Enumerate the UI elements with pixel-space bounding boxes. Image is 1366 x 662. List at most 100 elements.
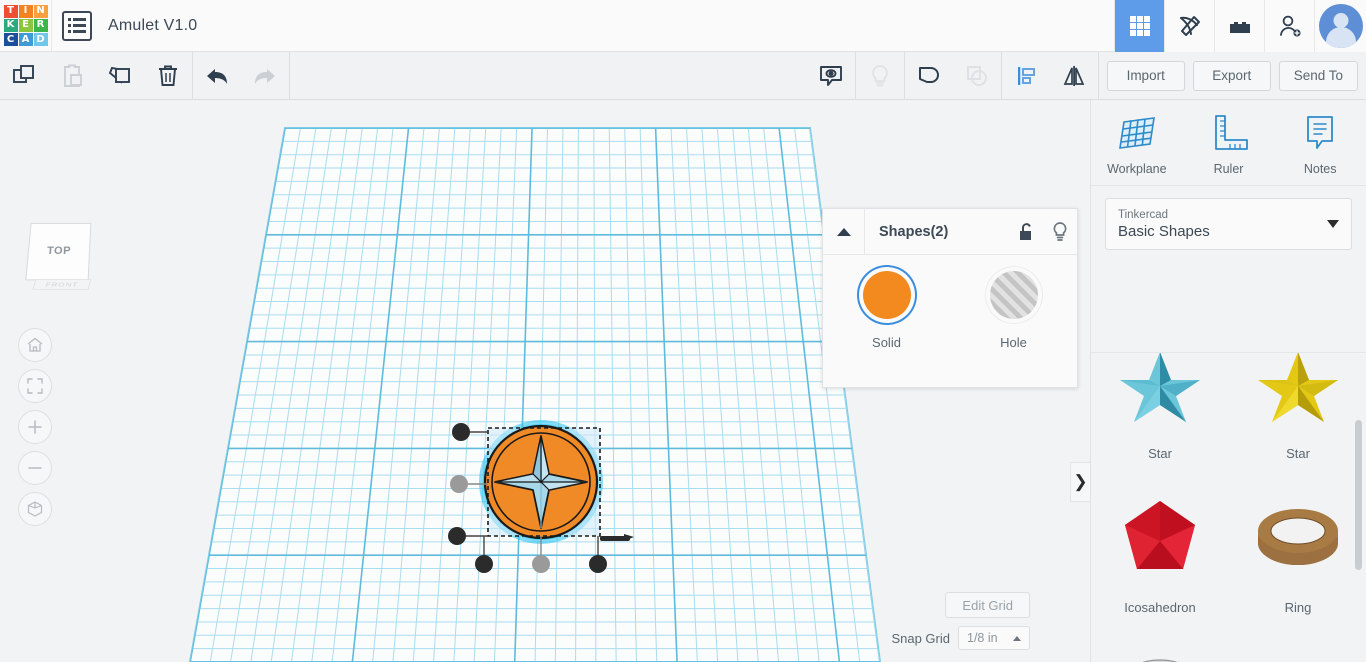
note-icon[interactable] <box>807 52 855 100</box>
library-selected-value: Basic Shapes <box>1118 222 1210 240</box>
chevron-down-icon <box>1327 220 1339 228</box>
amulet-shape[interactable] <box>440 410 670 590</box>
shape-star-teal-icon <box>1114 353 1206 440</box>
top-bar: TIN KER CAD Amulet V1.0 <box>0 0 1366 52</box>
3d-canvas[interactable]: Workplane TOP FRONT <box>0 100 1090 662</box>
logo-tile-e: E <box>18 18 33 33</box>
shape-star-yellow-label: Star <box>1286 446 1310 461</box>
shapes-properties-panel: Shapes(2) Solid Hole <box>822 208 1078 388</box>
lightbulb-icon[interactable] <box>1043 209 1077 255</box>
logo-tile-k: K <box>3 18 18 33</box>
undo-icon[interactable] <box>193 52 241 100</box>
shape-ring-label: Ring <box>1284 600 1312 615</box>
shape-dice-icon <box>1116 640 1204 662</box>
shape-ring[interactable]: Ring <box>1229 475 1366 629</box>
snap-grid-label: Snap Grid <box>891 630 950 646</box>
perspective-toggle-icon[interactable] <box>18 492 52 526</box>
list-menu-icon[interactable] <box>62 10 92 41</box>
hole-swatch[interactable]: Hole <box>950 271 1077 350</box>
shape-icosahedron[interactable]: Icosahedron <box>1091 475 1229 629</box>
history-tools-group <box>193 52 289 100</box>
paste-icon[interactable] <box>48 52 96 100</box>
shape-star-yellow-icon <box>1252 353 1344 440</box>
home-view-icon[interactable] <box>18 328 52 362</box>
add-person-icon[interactable] <box>1264 0 1314 52</box>
group-icon[interactable] <box>905 52 953 100</box>
shape-icosahedron-icon <box>1117 486 1203 594</box>
shapes-panel-body: Solid Hole <box>823 255 1077 350</box>
zoom-out-icon[interactable] <box>18 451 52 485</box>
logo-tile-c: C <box>3 33 18 47</box>
redo-icon[interactable] <box>241 52 289 100</box>
solid-color-circle[interactable] <box>862 271 911 319</box>
hole-pattern-circle[interactable] <box>989 271 1038 319</box>
shape-dice[interactable]: Dice <box>1091 629 1229 662</box>
solid-label: Solid <box>872 335 901 350</box>
snap-grid-row: Snap Grid 1/8 in <box>891 626 1030 650</box>
workplane-tool-label: Workplane <box>1107 162 1167 176</box>
action-buttons-group: Import Export Send To <box>1106 52 1366 100</box>
caret-up-icon[interactable] <box>823 208 865 255</box>
hole-label: Hole <box>1000 335 1027 350</box>
import-button[interactable]: Import <box>1106 60 1185 91</box>
sidebar-tools: Workplane Ruler Notes <box>1091 100 1366 186</box>
tinkercad-app: TINKERCAD Amulet V1.0 Import Export Send… <box>0 0 1366 662</box>
shape-diamond[interactable]: Diamond <box>1229 629 1366 662</box>
blocks-icon[interactable] <box>1214 0 1264 52</box>
solid-swatch[interactable]: Solid <box>823 271 950 350</box>
grid-controls: Edit Grid Snap Grid 1/8 in <box>891 592 1030 650</box>
logo-grid: TIN KER CAD <box>3 4 48 47</box>
shape-diamond-icon <box>1252 640 1344 662</box>
notes-tool[interactable]: Notes <box>1274 110 1366 185</box>
page-title: Amulet V1.0 <box>108 16 198 34</box>
edit-tools-group <box>0 52 192 100</box>
shapes-scroll-area[interactable]: Star Star Icosahedron Ring Dic <box>1091 352 1366 662</box>
view-cube[interactable]: TOP FRONT <box>25 222 98 296</box>
ungroup-icon[interactable] <box>953 52 1001 100</box>
user-avatar[interactable] <box>1314 0 1366 52</box>
pickaxe-icon[interactable] <box>1164 0 1214 52</box>
panel-collapse-handle[interactable]: ❯ <box>1070 462 1090 502</box>
view-cube-top-face[interactable]: TOP <box>25 222 92 281</box>
shapes-scrollbar[interactable] <box>1355 420 1362 570</box>
ruler-tool[interactable]: Ruler <box>1183 110 1275 185</box>
grid-apps-icon[interactable] <box>1114 0 1164 52</box>
logo-tile-i: I <box>18 4 33 18</box>
logo-tile-d: D <box>33 33 48 47</box>
align-icon[interactable] <box>1002 52 1050 100</box>
shape-ring-icon <box>1252 486 1344 594</box>
shape-star-yellow[interactable]: Star <box>1229 353 1366 475</box>
zoom-in-icon[interactable] <box>18 410 52 444</box>
shapes-panel-header: Shapes(2) <box>823 208 1077 255</box>
notes-tool-label: Notes <box>1303 162 1337 176</box>
fit-to-view-icon[interactable] <box>18 369 52 403</box>
main-toolbar: Import Export Send To <box>0 51 1366 100</box>
ruler-tool-label: Ruler <box>1213 162 1244 176</box>
toolbar-divider-6 <box>1097 51 1099 100</box>
duplicate-icon[interactable] <box>96 52 144 100</box>
workplane-tool[interactable]: Workplane <box>1091 110 1183 185</box>
view-controls <box>18 328 52 526</box>
topbar-icon-group <box>1114 0 1366 52</box>
unlock-icon[interactable] <box>1009 209 1043 255</box>
send-to-button[interactable]: Send To <box>1278 60 1358 91</box>
shape-library-dropdown[interactable]: Tinkercad Basic Shapes <box>1105 198 1352 250</box>
snap-grid-value: 1/8 in <box>967 631 998 645</box>
logo-tile-n: N <box>33 4 48 18</box>
lightbulb-icon[interactable] <box>856 52 904 100</box>
snap-grid-select[interactable]: 1/8 in <box>958 626 1030 650</box>
shape-icosahedron-label: Icosahedron <box>1124 600 1196 615</box>
shape-star-teal[interactable]: Star <box>1091 353 1229 475</box>
caret-up-icon <box>1013 635 1021 641</box>
tinkercad-logo[interactable]: TIN KER CAD <box>0 0 52 52</box>
mirror-icon[interactable] <box>1050 52 1098 100</box>
copy-icon[interactable] <box>0 52 48 100</box>
toolbar-divider-2 <box>289 51 290 100</box>
edit-grid-button[interactable]: Edit Grid <box>945 592 1030 618</box>
logo-tile-r: R <box>33 18 48 33</box>
library-brand-label: Tinkercad <box>1118 208 1169 221</box>
export-button[interactable]: Export <box>1192 60 1271 91</box>
view-cube-front-face[interactable]: FRONT <box>32 279 92 290</box>
delete-trash-icon[interactable] <box>144 52 192 100</box>
logo-tile-t: T <box>3 4 18 18</box>
